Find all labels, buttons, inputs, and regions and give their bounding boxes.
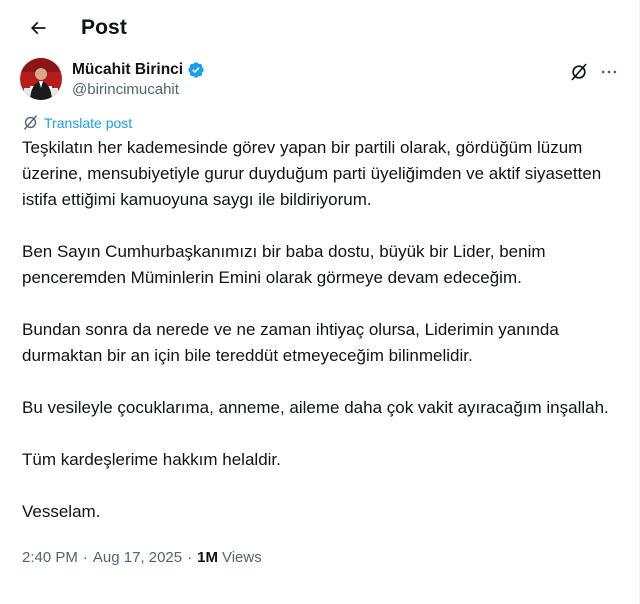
post-paragraph: Bu vesileyle çocuklarıma, anneme, aileme… — [22, 398, 609, 417]
more-horizontal-icon — [601, 70, 617, 74]
grok-icon — [571, 63, 587, 81]
author-info: Mücahit Birinci @birincimucahit — [72, 61, 569, 98]
author-handle[interactable]: @birincimucahit — [72, 81, 569, 98]
post-paragraph: Vesselam. — [22, 502, 101, 521]
post-actions — [569, 62, 619, 82]
translate-label: Translate post — [44, 114, 133, 131]
page-header: Post — [0, 0, 639, 56]
avatar-image — [20, 58, 62, 100]
views-label: Views — [221, 549, 262, 566]
avatar[interactable] — [20, 58, 62, 100]
post-text: Teşkilatın her kademesinde görev yapan b… — [22, 135, 619, 525]
post-time[interactable]: 2:40 PM — [22, 549, 78, 566]
author-row: Mücahit Birinci @birincimucahit — [0, 58, 639, 100]
post-date[interactable]: Aug 17, 2025 — [93, 549, 182, 566]
verified-badge-icon[interactable] — [187, 61, 205, 79]
translate-icon — [24, 115, 37, 130]
post-meta: 2:40 PM · Aug 17, 2025 · 1M Views — [22, 549, 639, 566]
post-paragraph: Teşkilatın her kademesinde görev yapan b… — [22, 138, 602, 209]
page-title: Post — [81, 16, 127, 39]
back-button[interactable] — [20, 10, 56, 46]
arrow-left-icon — [30, 21, 46, 35]
author-name[interactable]: Mücahit Birinci — [72, 61, 183, 79]
post-paragraph: Ben Sayın Cumhurbaşkanımızı bir baba dos… — [22, 242, 546, 287]
more-button[interactable] — [599, 62, 619, 82]
meta-separator: · — [82, 549, 88, 566]
grok-button[interactable] — [569, 62, 589, 82]
post-paragraph: Tüm kardeşlerime hakkım helaldir. — [22, 450, 281, 469]
post-paragraph: Bundan sonra da nerede ve ne zaman ihtiy… — [22, 320, 559, 365]
post-page: Post Mücahit Birinci @birincimucahit Tra… — [0, 0, 640, 604]
meta-separator: · — [187, 549, 193, 566]
translate-post-link[interactable]: Translate post — [22, 114, 639, 131]
name-line: Mücahit Birinci — [72, 61, 569, 79]
views-count: 1M — [197, 549, 218, 566]
